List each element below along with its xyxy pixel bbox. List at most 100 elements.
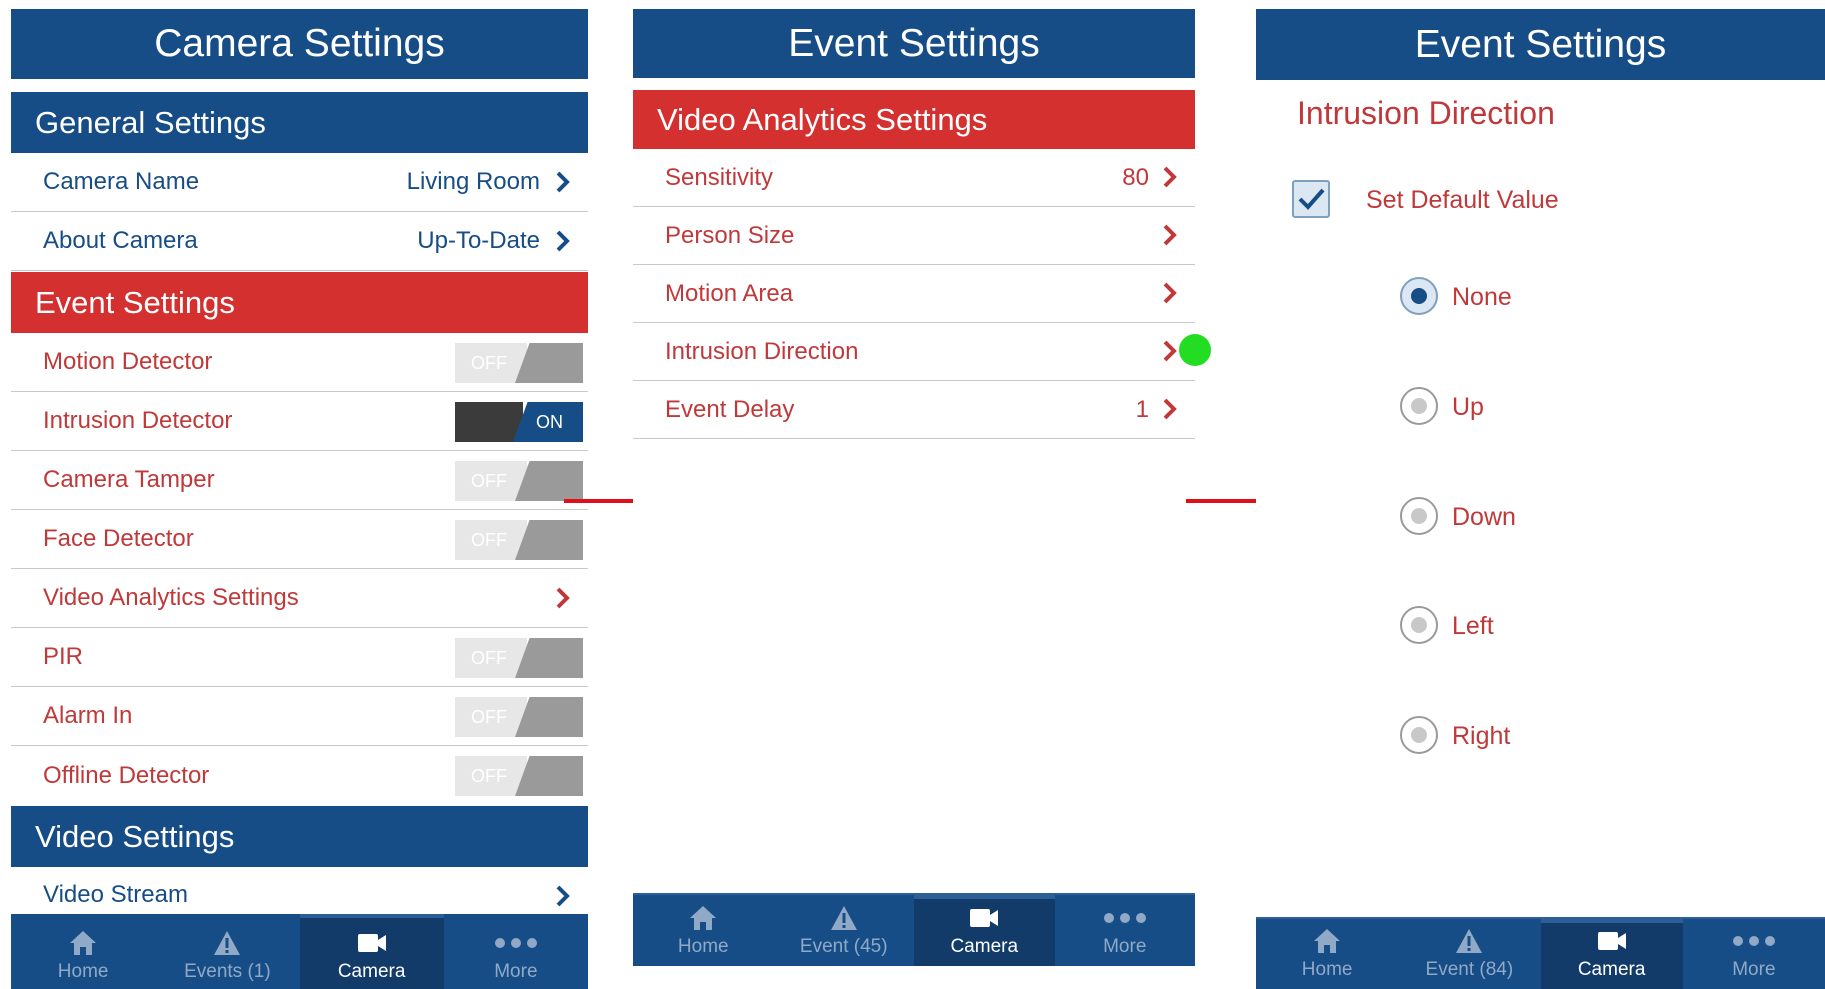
row-label: Camera Name — [43, 168, 200, 195]
row-value: Up-To-Date — [417, 227, 540, 254]
row-label: Motion Detector — [43, 348, 213, 375]
bottom-tab-bar: Home Events (1) Camera More — [11, 914, 588, 989]
row-label: PIR — [43, 643, 84, 670]
tab-events[interactable]: Event (84) — [1398, 919, 1540, 989]
section-header-general: General Settings — [11, 92, 588, 153]
set-default-checkbox[interactable] — [1292, 180, 1330, 218]
camera-icon — [1597, 932, 1626, 950]
tab-home[interactable]: Home — [633, 895, 774, 966]
tab-more[interactable]: More — [1055, 895, 1196, 966]
row-label: About Camera — [43, 227, 198, 254]
radio-label-right: Right — [1452, 722, 1511, 750]
face-detector-toggle[interactable]: OFF — [455, 520, 583, 560]
tab-label: More — [1103, 936, 1147, 957]
bottom-tab-bar: Home Event (84) Camera More — [1256, 917, 1825, 989]
radio-up[interactable] — [1400, 387, 1438, 425]
tab-home[interactable]: Home — [11, 914, 155, 989]
tab-camera[interactable]: Camera — [299, 914, 445, 989]
tab-label: Home — [1301, 959, 1353, 980]
row-camera-name[interactable]: Camera Name Living Room — [11, 153, 588, 212]
warning-icon — [1456, 929, 1483, 953]
more-icon — [494, 938, 537, 948]
chevron-right-icon — [1163, 166, 1177, 188]
row-sensitivity[interactable]: Sensitivity 80 — [633, 149, 1195, 207]
row-label: Alarm In — [43, 702, 133, 729]
tap-indicator — [1179, 334, 1211, 366]
radio-down[interactable] — [1400, 497, 1438, 535]
tab-label: Home — [57, 961, 109, 982]
tab-label: Event (84) — [1425, 959, 1514, 980]
row-value: Living Room — [406, 168, 540, 195]
radio-right[interactable] — [1400, 716, 1438, 754]
tab-more[interactable]: More — [444, 914, 588, 989]
section-header-video: Video Settings — [11, 806, 588, 867]
row-intrusion-direction[interactable]: Intrusion Direction — [633, 323, 1195, 381]
chevron-right-icon — [1163, 340, 1177, 362]
intrusion-detector-toggle[interactable]: ON — [455, 402, 583, 442]
tab-camera[interactable]: Camera — [1540, 919, 1684, 989]
section-heading: Intrusion Direction — [1297, 95, 1555, 131]
chevron-right-icon — [556, 885, 570, 907]
chevron-right-icon — [556, 230, 570, 252]
radio-label-down: Down — [1452, 503, 1516, 531]
tab-events[interactable]: Events (1) — [155, 914, 299, 989]
tab-home[interactable]: Home — [1256, 919, 1398, 989]
chevron-right-icon — [556, 171, 570, 193]
warning-icon — [830, 906, 857, 930]
section-header-video-analytics: Video Analytics Settings — [633, 90, 1195, 149]
row-offline-detector: Offline Detector OFF — [11, 746, 588, 805]
page-title: Event Settings — [1256, 9, 1825, 80]
camera-icon — [357, 934, 386, 952]
row-person-size[interactable]: Person Size — [633, 207, 1195, 265]
offline-detector-toggle[interactable]: OFF — [455, 756, 583, 796]
row-label: Event Delay — [665, 395, 795, 423]
row-alarm-in: Alarm In OFF — [11, 687, 588, 746]
bottom-tab-bar: Home Event (45) Camera More — [633, 893, 1195, 966]
row-label: Offline Detector — [43, 761, 210, 789]
row-face-detector: Face Detector OFF — [11, 510, 588, 569]
row-label: Video Analytics Settings — [43, 584, 299, 611]
tab-label: Events (1) — [184, 961, 271, 982]
home-icon — [690, 906, 717, 930]
radio-label-none: None — [1452, 283, 1512, 311]
radio-label-left: Left — [1452, 612, 1494, 640]
chevron-right-icon — [1163, 398, 1177, 420]
motion-detector-toggle[interactable]: OFF — [455, 343, 583, 383]
tab-events[interactable]: Event (45) — [774, 895, 915, 966]
radio-label-up: Up — [1452, 393, 1484, 421]
home-icon — [70, 931, 97, 955]
row-value: 1 — [1135, 395, 1149, 423]
row-label: Person Size — [665, 221, 795, 249]
radio-left[interactable] — [1400, 606, 1438, 644]
row-motion-detector: Motion Detector OFF — [11, 333, 588, 392]
row-label: Camera Tamper — [43, 466, 215, 493]
tab-label: Camera — [1577, 959, 1646, 980]
alarm-in-toggle[interactable]: OFF — [455, 697, 583, 737]
row-intrusion-detector: Intrusion Detector ON — [11, 392, 588, 451]
radio-none[interactable] — [1400, 277, 1438, 315]
pir-toggle[interactable]: OFF — [455, 638, 583, 678]
row-label: Face Detector — [43, 525, 194, 552]
camera-icon — [970, 909, 999, 927]
row-event-delay[interactable]: Event Delay 1 — [633, 381, 1195, 439]
checkbox-label: Set Default Value — [1366, 186, 1559, 214]
row-label: Video Stream — [43, 881, 188, 908]
chevron-right-icon — [1163, 224, 1177, 246]
warning-icon — [214, 931, 241, 955]
row-motion-area[interactable]: Motion Area — [633, 265, 1195, 323]
tab-label: Camera — [950, 936, 1019, 957]
tab-camera[interactable]: Camera — [914, 895, 1055, 966]
more-icon — [1103, 913, 1146, 923]
tab-more[interactable]: More — [1683, 919, 1825, 989]
home-icon — [1314, 929, 1341, 953]
row-about-camera[interactable]: About Camera Up-To-Date — [11, 212, 588, 271]
row-video-analytics-settings[interactable]: Video Analytics Settings — [11, 569, 588, 628]
tab-label: Event (45) — [799, 936, 888, 957]
checkmark-icon — [1298, 188, 1325, 210]
tab-label: More — [494, 961, 538, 982]
page-title: Event Settings — [633, 9, 1195, 78]
row-label: Intrusion Detector — [43, 407, 233, 434]
row-label: Motion Area — [665, 279, 794, 307]
chevron-right-icon — [556, 587, 570, 609]
intrusion-direction-screen: Event Settings Intrusion Direction Set D… — [1256, 0, 1825, 989]
